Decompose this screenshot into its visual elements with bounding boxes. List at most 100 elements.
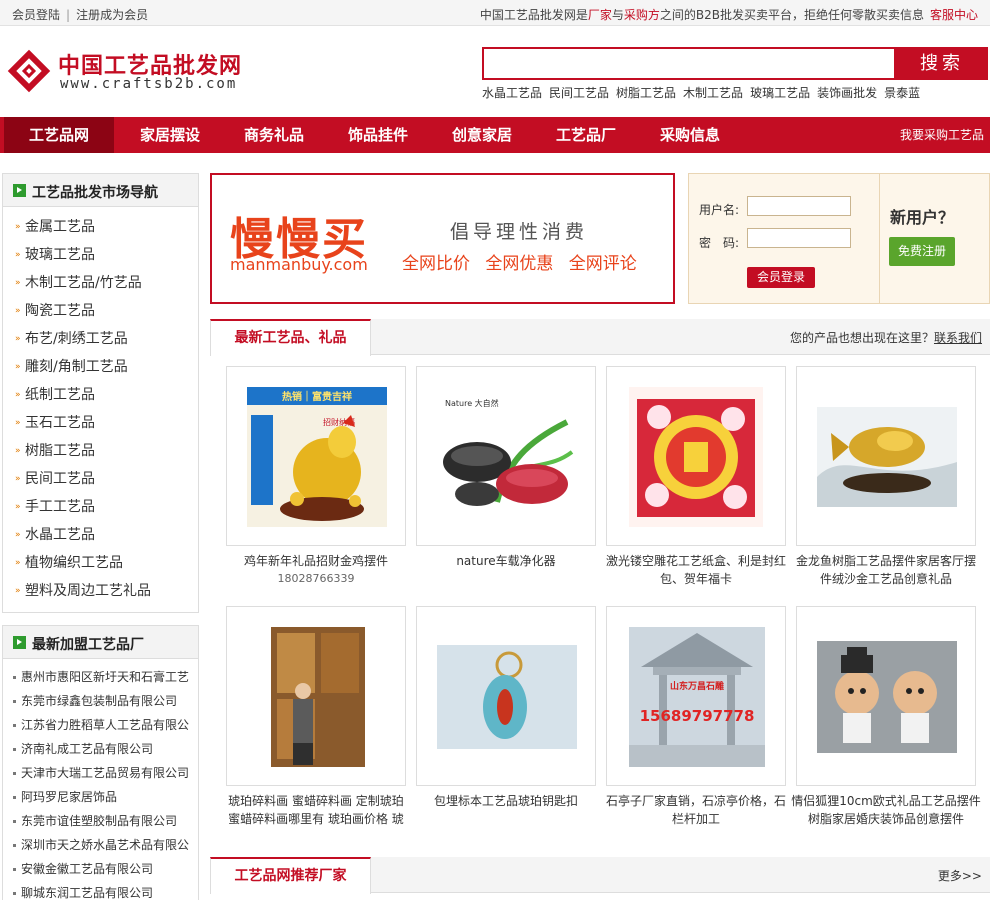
nav-item-business-gifts[interactable]: 商务礼品 bbox=[226, 117, 322, 153]
bullet-icon bbox=[13, 748, 16, 751]
more-link[interactable]: 更多>> bbox=[938, 867, 982, 884]
hot-keyword[interactable]: 装饰画批发 bbox=[817, 86, 877, 100]
ad-banner[interactable]: 慢慢买 manmanbuy.com 倡导理性消费 全网比价 全网优惠 全网评论 bbox=[210, 173, 675, 304]
category-label: 手工工艺品 bbox=[25, 499, 95, 515]
factory-item[interactable]: 天津市大瑞工艺品贸易有限公司 bbox=[3, 761, 198, 785]
product-card[interactable]: 热销｜富贵吉祥 招财纳福 bbox=[226, 366, 406, 546]
nav-item-purchase-info[interactable]: 采购信息 bbox=[642, 117, 738, 153]
product-caption[interactable]: nature车载净化器 bbox=[416, 552, 596, 570]
factory-item[interactable]: 安徽金徽工艺品有限公司 bbox=[3, 857, 198, 881]
category-item[interactable]: » 玉石工艺品 bbox=[3, 409, 198, 437]
category-item[interactable]: » 手工工艺品 bbox=[3, 493, 198, 521]
tab-latest-products[interactable]: 最新工艺品、礼品 bbox=[210, 319, 371, 356]
category-item[interactable]: » 陶瓷工艺品 bbox=[3, 297, 198, 325]
intro-text-d: 采购方 bbox=[623, 8, 660, 22]
nav-item-accessories[interactable]: 饰品挂件 bbox=[330, 117, 426, 153]
factory-item[interactable]: 阿玛罗尼家居饰品 bbox=[3, 785, 198, 809]
hot-keyword[interactable]: 景泰蓝 bbox=[884, 86, 920, 100]
hot-keyword[interactable]: 树脂工艺品 bbox=[616, 86, 676, 100]
bullet-icon bbox=[13, 676, 16, 679]
recommended-factories-header: 工艺品网推荐厂家 更多>> bbox=[210, 857, 990, 894]
category-item[interactable]: » 布艺/刺绣工艺品 bbox=[3, 325, 198, 353]
product-title: 金龙鱼树脂工艺品摆件家居客厅摆 bbox=[795, 554, 976, 568]
member-login-button[interactable]: 会员登录 bbox=[747, 267, 815, 288]
factory-item[interactable]: 济南礼成工艺品有限公司 bbox=[3, 737, 198, 761]
factory-item[interactable]: 东莞市绿鑫包装制品有限公司 bbox=[3, 689, 198, 713]
product-caption[interactable]: 石亭子厂家直销，石凉亭价格，石 栏杆加工 bbox=[600, 792, 792, 828]
site-logo[interactable]: 中国工艺品批发网 www.craftsb2b.com bbox=[6, 46, 256, 96]
bullet-icon bbox=[13, 892, 16, 895]
product-caption[interactable]: 金龙鱼树脂工艺品摆件家居客厅摆 件绒沙金工艺品创意礼品 bbox=[790, 552, 982, 588]
product-card[interactable]: Nature 大自然 bbox=[416, 366, 596, 546]
banner-domain: manmanbuy.com bbox=[230, 255, 368, 274]
category-item[interactable]: » 木制工艺品/竹艺品 bbox=[3, 269, 198, 297]
product-card[interactable] bbox=[796, 366, 976, 546]
amber-keychain-image bbox=[437, 645, 577, 749]
product-image-caption: 热销｜富贵吉祥 bbox=[282, 390, 352, 403]
product-card[interactable]: 山东万昌石雕 15689797778 bbox=[606, 606, 786, 786]
nav-item-home[interactable]: 工艺品网 bbox=[4, 117, 114, 153]
factory-item[interactable]: 东莞市谊佳塑胶制品有限公司 bbox=[3, 809, 198, 833]
tab-latest-label: 最新工艺品、礼品 bbox=[234, 330, 347, 346]
password-input[interactable] bbox=[747, 228, 851, 248]
new-factories-header: 最新加盟工艺品厂 bbox=[3, 626, 198, 659]
tab-recommended-label: 工艺品网推荐厂家 bbox=[234, 868, 347, 884]
category-item[interactable]: » 民间工艺品 bbox=[3, 465, 198, 493]
factory-item[interactable]: 江苏省力胜稻草人工艺品有限公 bbox=[3, 713, 198, 737]
hot-keyword[interactable]: 水晶工艺品 bbox=[482, 86, 542, 100]
category-item[interactable]: » 植物编织工艺品 bbox=[3, 549, 198, 577]
intro-text-e: 之间的B2B批发买卖平台，拒绝任何零散买卖信息 bbox=[659, 8, 924, 22]
factory-item[interactable]: 深圳市天之娇水晶艺术品有限公 bbox=[3, 833, 198, 857]
product-card[interactable] bbox=[416, 606, 596, 786]
product-caption[interactable]: 包埋标本工艺品琥珀钥匙扣 bbox=[416, 792, 596, 810]
product-card[interactable] bbox=[796, 606, 976, 786]
category-item[interactable]: » 塑料及周边工艺礼品 bbox=[3, 577, 198, 605]
factory-name: 安徽金徽工艺品有限公司 bbox=[21, 862, 154, 876]
hot-keyword[interactable]: 玻璃工艺品 bbox=[750, 86, 810, 100]
category-list: » 金属工艺品 » 玻璃工艺品 » 木制工艺品/竹艺品 » 陶瓷工艺品 » 布艺/刺绣工艺… bbox=[3, 207, 198, 605]
tab-recommended-factories[interactable]: 工艺品网推荐厂家 bbox=[210, 857, 371, 894]
buy-crafts-link[interactable]: 我要采购工艺品 bbox=[900, 117, 984, 153]
category-item[interactable]: » 水晶工艺品 bbox=[3, 521, 198, 549]
product-card[interactable] bbox=[606, 366, 786, 546]
product-card[interactable] bbox=[226, 606, 406, 786]
chevron-right-icon: » bbox=[15, 418, 21, 428]
product-caption[interactable]: 琥珀碎料画 蜜蜡碎料画 定制琥珀 蜜蜡碎料画哪里有 琥珀画价格 琥 bbox=[222, 792, 410, 828]
fox-couple-image bbox=[817, 641, 957, 753]
product-caption[interactable]: 激光镂空雕花工艺纸盒、利是封红 包、贺年福卡 bbox=[600, 552, 792, 588]
login-link[interactable]: 会员登陆 bbox=[12, 8, 60, 22]
service-center-link[interactable]: 客服中心 bbox=[930, 8, 978, 22]
intro-text-c: 与 bbox=[611, 8, 624, 22]
bullet-icon bbox=[13, 724, 16, 727]
latest-products-header: 最新工艺品、礼品 您的产品也想出现在这里？联系我们 bbox=[210, 319, 990, 356]
nav-item-home-decor[interactable]: 家居摆设 bbox=[122, 117, 218, 153]
category-panel: 工艺品批发市场导航 » 金属工艺品 » 玻璃工艺品 » 木制工艺品/竹艺品 » 陶瓷工艺… bbox=[2, 173, 199, 613]
category-item[interactable]: » 玻璃工艺品 bbox=[3, 241, 198, 269]
category-label: 纸制工艺品 bbox=[25, 387, 95, 403]
search-input[interactable] bbox=[482, 47, 896, 80]
username-input[interactable] bbox=[747, 196, 851, 216]
product-caption[interactable]: 鸡年新年礼品招财金鸡摆件 18028766339 bbox=[226, 552, 406, 588]
contact-promo-text: 您的产品也想出现在这里？ bbox=[789, 331, 934, 345]
product-caption[interactable]: 情侣狐狸10cm欧式礼品工艺品摆件 树脂家居婚庆装饰品创意摆件 bbox=[790, 792, 982, 828]
free-register-button[interactable]: 免费注册 bbox=[889, 237, 955, 266]
factory-item[interactable]: 惠州市惠阳区新圩天和石膏工艺 bbox=[3, 665, 198, 689]
category-item[interactable]: » 树脂工艺品 bbox=[3, 437, 198, 465]
category-item[interactable]: » 金属工艺品 bbox=[3, 213, 198, 241]
nav-item-creative-home[interactable]: 创意家居 bbox=[434, 117, 530, 153]
nav-item-factories[interactable]: 工艺品厂 bbox=[538, 117, 634, 153]
search-button[interactable]: 搜索 bbox=[896, 47, 988, 80]
search-bar: 搜索 bbox=[482, 47, 988, 80]
category-item[interactable]: » 雕刻/角制工艺品 bbox=[3, 353, 198, 381]
category-item[interactable]: » 纸制工艺品 bbox=[3, 381, 198, 409]
chevron-right-icon: » bbox=[15, 334, 21, 344]
register-link[interactable]: 注册成为会员 bbox=[76, 8, 148, 22]
hot-keyword[interactable]: 民间工艺品 bbox=[549, 86, 609, 100]
category-label: 塑料及周边工艺礼品 bbox=[25, 583, 151, 599]
contact-us-link[interactable]: 联系我们 bbox=[934, 331, 982, 345]
factory-item[interactable]: 聊城东润工艺品有限公司 bbox=[3, 881, 198, 900]
hot-keyword[interactable]: 木制工艺品 bbox=[683, 86, 743, 100]
factory-name: 惠州市惠阳区新圩天和石膏工艺 bbox=[21, 670, 190, 684]
golden-rooster-image: 热销｜富贵吉祥 招财纳福 bbox=[247, 387, 387, 527]
chevron-right-icon: » bbox=[15, 474, 21, 484]
